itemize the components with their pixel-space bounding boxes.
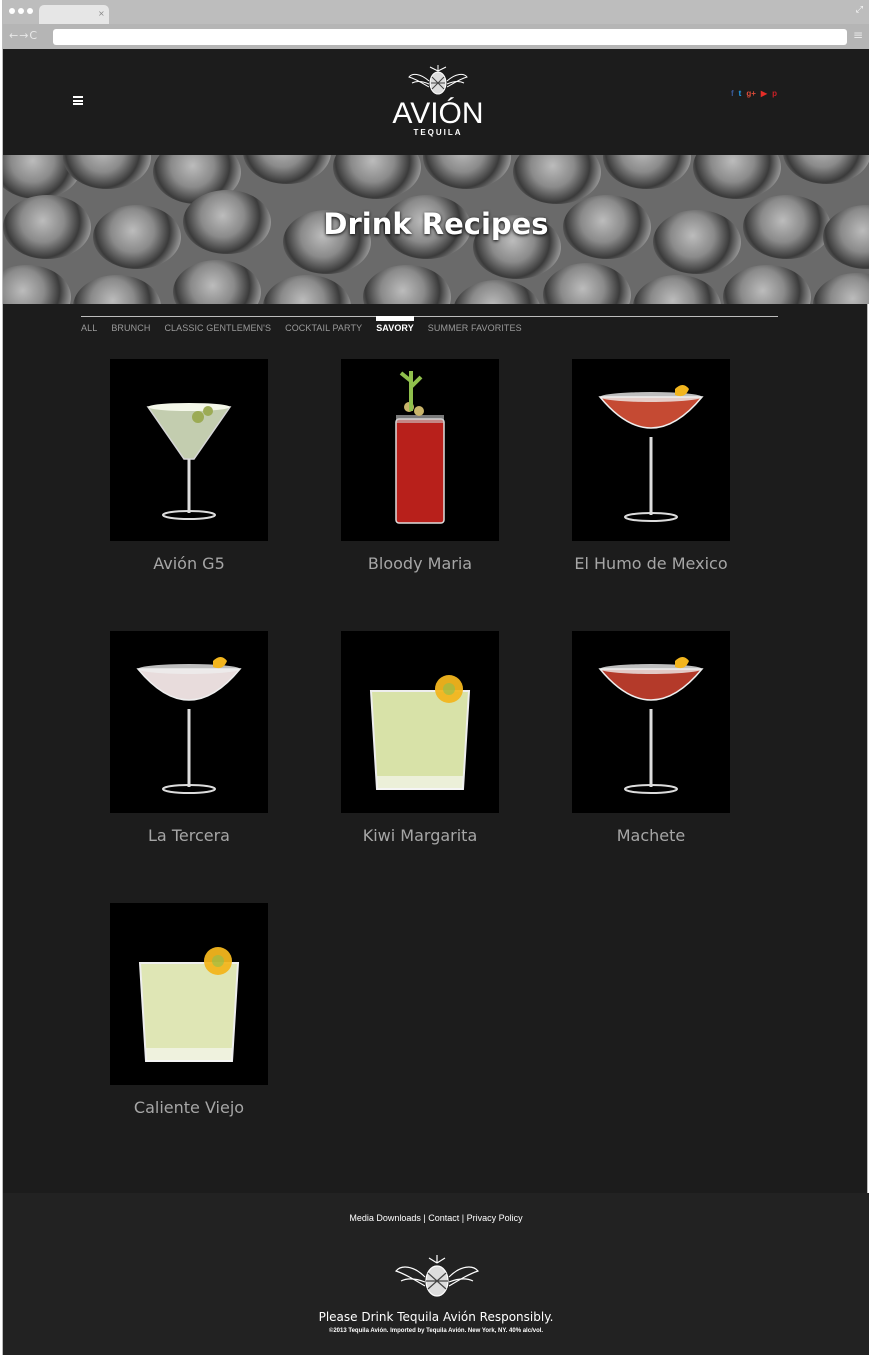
address-bar[interactable] — [53, 29, 847, 45]
recipe-photo[interactable] — [110, 359, 268, 541]
logo-wordmark: AVIÓN — [392, 97, 484, 130]
browser-toolbar: ←→C ≡ — [3, 24, 869, 49]
filter-tab-classic-gentlemen-s[interactable]: CLASSIC GENTLEMEN'S — [164, 323, 271, 333]
pineapple-wings-icon — [408, 65, 468, 95]
recipe-name[interactable]: Machete — [572, 826, 730, 845]
recipe-photo[interactable] — [341, 359, 499, 541]
recipe-name[interactable]: Avión G5 — [110, 554, 268, 573]
browser-titlebar: × ⤢ — [3, 0, 869, 24]
recipe-name[interactable]: La Tercera — [110, 826, 268, 845]
recipe-card[interactable]: La Tercera — [110, 631, 268, 845]
logo-subtitle: TEQUILA — [413, 128, 463, 137]
pineapple-wings-icon — [394, 1255, 480, 1297]
avion-logo[interactable]: AVIÓN TEQUILA — [383, 63, 493, 147]
filter-tab-all[interactable]: ALL — [81, 323, 97, 333]
browser-menu-icon[interactable]: ≡ — [853, 28, 863, 42]
recipe-name[interactable]: Kiwi Margarita — [341, 826, 499, 845]
recipe-name[interactable]: Bloody Maria — [341, 554, 499, 573]
fullscreen-icon[interactable]: ⤢ — [856, 5, 863, 15]
twitter-icon[interactable]: t — [739, 89, 742, 98]
facebook-icon[interactable]: f — [731, 89, 734, 98]
recipe-card[interactable]: Avión G5 — [110, 359, 268, 573]
tab-close-icon[interactable]: × — [98, 9, 105, 18]
site-footer: Media Downloads | Contact | Privacy Poli… — [3, 1193, 869, 1355]
recipe-card[interactable]: Kiwi Margarita — [341, 631, 499, 845]
filter-tab-cocktail-party[interactable]: COCKTAIL PARTY — [285, 323, 362, 333]
recipe-photo[interactable] — [110, 631, 268, 813]
footer-links: Media Downloads | Contact | Privacy Poli… — [3, 1213, 869, 1223]
site-header: AVIÓN TEQUILA f t g+ ▶ p — [3, 49, 869, 155]
recipe-photo[interactable] — [341, 631, 499, 813]
browser-window: × ⤢ ←→C ≡ AVIÓN TEQUILA f t g+ ▶ p Drink… — [2, 0, 869, 1355]
copyright-text: ©2013 Tequila Avión. Imported by Tequila… — [328, 1328, 544, 1334]
hamburger-menu-icon[interactable] — [73, 96, 83, 105]
hero-banner: Drink Recipes — [3, 155, 869, 304]
footer-logo — [394, 1253, 480, 1305]
filter-tab-brunch[interactable]: BRUNCH — [111, 323, 150, 333]
filter-list: ALL BRUNCH CLASSIC GENTLEMEN'S COCKTAIL PAR… — [81, 316, 536, 333]
filter-tab-summer-favorites[interactable]: SUMMER FAVORITES — [428, 323, 522, 333]
footer-link-contact[interactable]: Contact — [428, 1213, 459, 1223]
footer-link-separator: | — [459, 1213, 467, 1223]
recipe-name[interactable]: El Humo de Mexico — [572, 554, 730, 573]
window-controls[interactable] — [9, 8, 33, 14]
recipe-name[interactable]: Caliente Viejo — [110, 1098, 268, 1117]
recipe-card[interactable]: El Humo de Mexico — [572, 359, 730, 573]
recipe-card[interactable]: Machete — [572, 631, 730, 845]
recipe-card[interactable]: Bloody Maria — [341, 359, 499, 573]
footer-link-media-downloads[interactable]: Media Downloads — [349, 1213, 421, 1223]
recipe-photo[interactable] — [572, 359, 730, 541]
recipe-photo[interactable] — [572, 631, 730, 813]
page-title: Drink Recipes — [323, 207, 549, 241]
footer-link-privacy-policy[interactable]: Privacy Policy — [467, 1213, 523, 1223]
recipe-card[interactable]: Caliente Viejo — [110, 903, 268, 1117]
youtube-icon[interactable]: ▶ — [761, 89, 767, 98]
responsibility-message: Please Drink Tequila Avión Responsibly. — [318, 1310, 554, 1324]
social-links: f t g+ ▶ p — [731, 89, 777, 98]
recipe-photo[interactable] — [110, 903, 268, 1085]
pinterest-icon[interactable]: p — [772, 89, 777, 98]
filter-tab-savory[interactable]: SAVORY — [376, 316, 414, 333]
google-plus-icon[interactable]: g+ — [746, 89, 756, 98]
category-filter-bar: ALL BRUNCH CLASSIC GENTLEMEN'S COCKTAIL PAR… — [81, 316, 778, 336]
nav-buttons-icon[interactable]: ←→C — [9, 29, 38, 42]
